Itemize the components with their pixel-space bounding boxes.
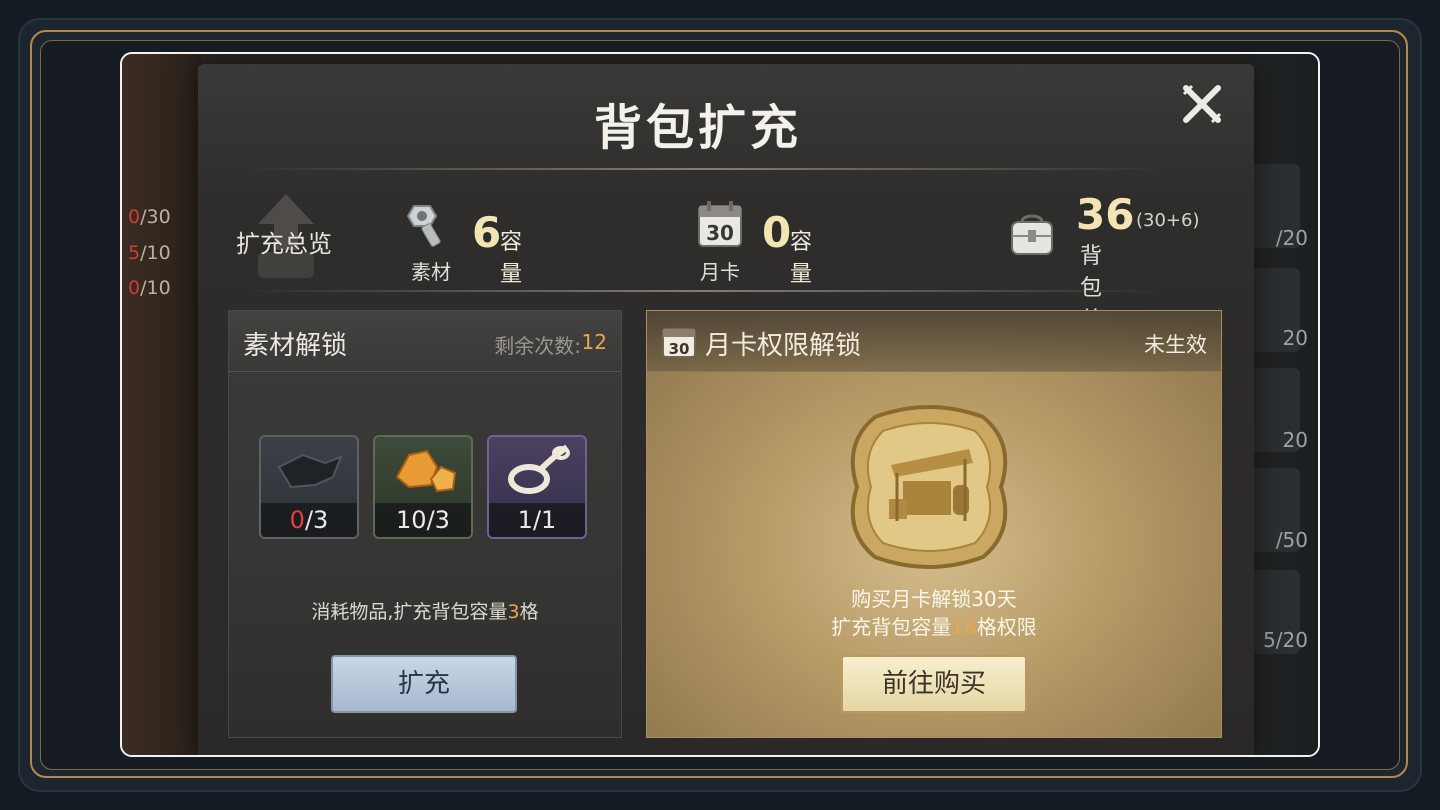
bg-slot-count: 20 xyxy=(1282,326,1308,350)
monthly-card-capacity-unit: 容量 xyxy=(790,230,813,287)
expansion-summary: 扩充总览 素材 6 容量 30 月卡 0 容量 36 (30+6) 背包 xyxy=(198,182,1254,397)
dark-cloth-icon xyxy=(277,453,343,489)
bg-slot-count: /20 xyxy=(1275,226,1308,250)
material-capacity-unit: 容量 xyxy=(500,230,523,287)
monthly-card-capacity-value: 0 xyxy=(762,208,792,257)
bg-counter-1: 0/30 xyxy=(128,206,171,228)
item-count: 0/3 xyxy=(261,503,357,537)
material-panel-title: 素材解锁 xyxy=(243,331,348,361)
calendar-day-text: 30 xyxy=(669,340,690,358)
expand-button[interactable]: 扩充 xyxy=(331,655,517,713)
material-label: 素材 xyxy=(411,260,451,284)
material-item-rope[interactable]: 1/1 xyxy=(487,435,587,539)
total-capacity-value: 36 xyxy=(1076,190,1135,239)
divider-bottom xyxy=(242,290,1166,292)
material-unlock-panel: 素材解锁 剩余次数: 12 0/3 10/3 1/1 消耗物品,扩充背包容量3格… xyxy=(228,310,622,738)
background-left xyxy=(122,54,202,755)
monthly-card-label: 月卡 xyxy=(700,260,740,284)
game-screen: 0/30 5/10 0/10 /20 20 20 /50 5/20 背包扩充 扩… xyxy=(120,52,1320,757)
item-count: 10/3 xyxy=(375,503,471,537)
monthly-panel-title: 月卡权限解锁 xyxy=(705,331,862,361)
backpack-expand-modal: 背包扩充 扩充总览 素材 6 容量 30 月卡 0 容量 36 (30+6) 背… xyxy=(198,64,1254,755)
go-purchase-button[interactable]: 前往购买 xyxy=(841,655,1027,713)
bg-counter-2: 5/10 xyxy=(128,242,171,264)
rope-icon xyxy=(508,444,570,494)
calendar-icon: 30 xyxy=(662,328,696,358)
monthly-description-line2: 扩充背包容量18格权限 xyxy=(831,615,1037,639)
backpack-icon xyxy=(1011,214,1053,255)
merchant-stall-emblem-icon xyxy=(850,405,1008,569)
bg-slot-count: 5/20 xyxy=(1263,628,1308,652)
total-capacity-breakdown: (30+6) xyxy=(1136,210,1200,231)
monthly-panel-header: 30 月卡权限解锁 未生效 xyxy=(647,311,1221,372)
overview-label: 扩充总览 xyxy=(236,230,332,258)
material-items: 0/3 10/3 1/1 xyxy=(259,435,599,545)
bg-slot-count: 20 xyxy=(1282,428,1308,452)
modal-title: 背包扩充 xyxy=(593,100,802,156)
calendar-day-text: 30 xyxy=(706,221,734,245)
bg-slot-count: /50 xyxy=(1275,528,1308,552)
bg-counter-3: 0/10 xyxy=(128,277,171,299)
divider-top xyxy=(242,168,1166,170)
monthly-status-badge: 未生效 xyxy=(1144,333,1207,357)
amber-ore-icon xyxy=(395,449,457,493)
monthly-card-unlock-panel: 30 月卡权限解锁 未生效 购买月卡解锁30天 扩充背包容量18格权限 前往购买 xyxy=(646,310,1222,738)
calendar-icon: 30 xyxy=(698,201,742,247)
material-panel-header: 素材解锁 剩余次数: 12 xyxy=(229,311,621,372)
item-count: 1/1 xyxy=(489,503,585,537)
close-x-icon xyxy=(1182,84,1222,124)
remaining-label: 剩余次数: xyxy=(494,334,581,358)
material-item-dark-cloth[interactable]: 0/3 xyxy=(259,435,359,539)
remaining-count: 12 xyxy=(581,330,607,354)
monthly-description-line1: 购买月卡解锁30天 xyxy=(851,587,1017,611)
bolt-nut-icon xyxy=(406,205,441,247)
close-button[interactable] xyxy=(1178,80,1226,128)
material-item-amber-ore[interactable]: 10/3 xyxy=(373,435,473,539)
material-description: 消耗物品,扩充背包容量3格 xyxy=(311,601,539,623)
material-capacity-value: 6 xyxy=(472,208,502,257)
